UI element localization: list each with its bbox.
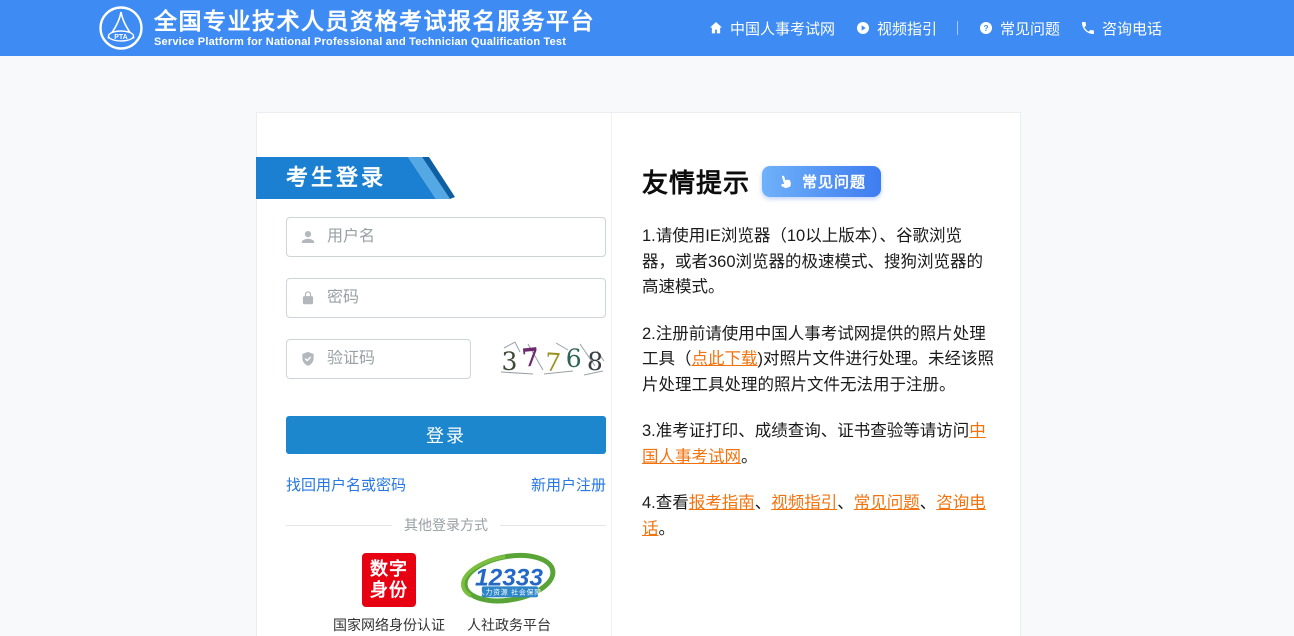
logo-12333-badge[interactable]: 12333 人力资源 社会保障 (459, 551, 559, 609)
tip-text: 3.准考证打印、成绩查询、证书查验等请访问 (642, 422, 970, 440)
tip-link[interactable]: 点此下载 (692, 350, 758, 368)
nav-item-video-guide[interactable]: 视频指引 (855, 18, 937, 39)
captcha-digit: 8 (585, 346, 604, 376)
login-section: 考生登录 用户名 验证码 3 7 7 6 8 登录 找回用户名或密码 新用户注册… (256, 113, 612, 636)
captcha-field (286, 339, 471, 379)
home-icon (709, 22, 722, 34)
alt-login-digital-id: 数字 身份 国家网络身份认证 (333, 553, 445, 635)
nav-item-phone[interactable]: 咨询电话 (1080, 18, 1162, 39)
faq-button[interactable]: 常见问题 (762, 166, 882, 197)
digital-id-label: 国家网络身份认证 (333, 617, 445, 633)
tip-link[interactable]: 视频指引 (771, 494, 837, 512)
nav-item-faq[interactable]: ? 常见问题 (978, 18, 1060, 39)
tip-text: 。 (658, 519, 676, 538)
tips-list: 1.请使用IE浏览器（10以上版本）、谷歌浏览器，或者360浏览器的极速模式、搜… (642, 224, 994, 542)
site-title: 全国专业技术人员资格考试报名服务平台 (154, 8, 595, 34)
pta-logo-icon: PTA (99, 6, 143, 50)
user-icon (301, 231, 315, 243)
lock-icon (302, 291, 314, 305)
alt-login-row: 数字 身份 国家网络身份认证 12333 人力资源 社会保障 人社政务平台 (286, 551, 606, 635)
login-card: 考生登录 用户名 验证码 3 7 7 6 8 登录 找回用户名或密码 新用户注册… (256, 112, 1021, 636)
register-link[interactable]: 新用户注册 (531, 474, 606, 495)
tip-paragraph: 3.准考证打印、成绩查询、证书查验等请访问中国人事考试网。 (642, 419, 994, 470)
svg-text:PTA: PTA (114, 34, 127, 41)
username-field (286, 217, 606, 257)
header: PTA 全国专业技术人员资格考试报名服务平台 Service Platform … (0, 0, 1294, 56)
tip-paragraph: 4.查看报考指南、视频指引、常见问题、咨询电话。 (642, 491, 994, 542)
tip-paragraph: 1.请使用IE浏览器（10以上版本）、谷歌浏览器，或者360浏览器的极速模式、搜… (642, 224, 994, 301)
play-circle-icon (856, 22, 869, 34)
forgot-credentials-link[interactable]: 找回用户名或密码 (286, 474, 406, 495)
digital-id-badge[interactable]: 数字 身份 (362, 553, 416, 607)
pointing-hand-icon (781, 175, 791, 189)
captcha-digit: 3 (501, 346, 518, 376)
password-input[interactable] (327, 289, 595, 307)
other-login-label: 其他登录方式 (404, 517, 488, 533)
tip-link[interactable]: 报考指南 (689, 494, 755, 512)
candidate-login-banner: 考生登录 (256, 157, 456, 199)
captcha-digit: 7 (543, 346, 562, 378)
tip-text: 、 (837, 494, 854, 512)
tips-section: 友情提示 常见问题 1.请使用IE浏览器（10以上版本）、谷歌浏览器，或者360… (612, 113, 1020, 636)
shield-check-icon (302, 351, 314, 366)
alt-login-12333: 12333 人力资源 社会保障 人社政务平台 (459, 551, 559, 635)
password-field (286, 278, 606, 318)
svg-text:?: ? (983, 23, 988, 33)
tip-text: 、 (919, 494, 937, 512)
login-links: 找回用户名或密码 新用户注册 (286, 474, 606, 495)
tips-header: 友情提示 常见问题 (642, 163, 994, 200)
svg-text:人力资源 社会保障: 人力资源 社会保障 (478, 588, 542, 597)
s12333-label: 人社政务平台 (467, 617, 551, 633)
login-button[interactable]: 登录 (286, 416, 606, 454)
captcha-digit: 7 (520, 341, 542, 373)
page: PTA 全国专业技术人员资格考试报名服务平台 Service Platform … (0, 0, 1294, 636)
site-subtitle: Service Platform for National Profession… (154, 36, 567, 48)
captcha-digit: 6 (565, 343, 582, 373)
tip-link[interactable]: 常见问题 (854, 494, 920, 512)
other-login-divider: 其他登录方式 (286, 515, 606, 535)
tip-text: 1.请使用IE浏览器（10以上版本）、谷歌浏览器，或者360浏览器的极速模式、搜… (642, 227, 984, 296)
tip-paragraph: 2.注册前请使用中国人事考试网提供的照片处理工具（点此下载)对照片文件进行处理。… (642, 322, 994, 399)
brand: PTA 全国专业技术人员资格考试报名服务平台 Service Platform … (98, 5, 595, 51)
tip-text: 。 (741, 447, 758, 466)
top-nav: 中国人事考试网 视频指引 ? 常见问题 咨询电话 (708, 18, 1162, 39)
username-input[interactable] (327, 228, 595, 246)
phone-icon (1081, 22, 1094, 34)
captcha-image[interactable]: 37768 (498, 339, 606, 379)
question-circle-icon: ? (979, 22, 992, 34)
tip-text: 、 (754, 494, 772, 512)
captcha-digits: 37768 (498, 339, 606, 379)
login-title: 考生登录 (286, 165, 387, 190)
nav-item-cpta-site[interactable]: 中国人事考试网 (708, 18, 835, 39)
captcha-row: 37768 (286, 339, 606, 379)
tips-title: 友情提示 (642, 168, 751, 198)
nav-separator (956, 21, 958, 35)
captcha-input[interactable] (327, 350, 460, 368)
tip-text: 4.查看 (642, 494, 689, 512)
